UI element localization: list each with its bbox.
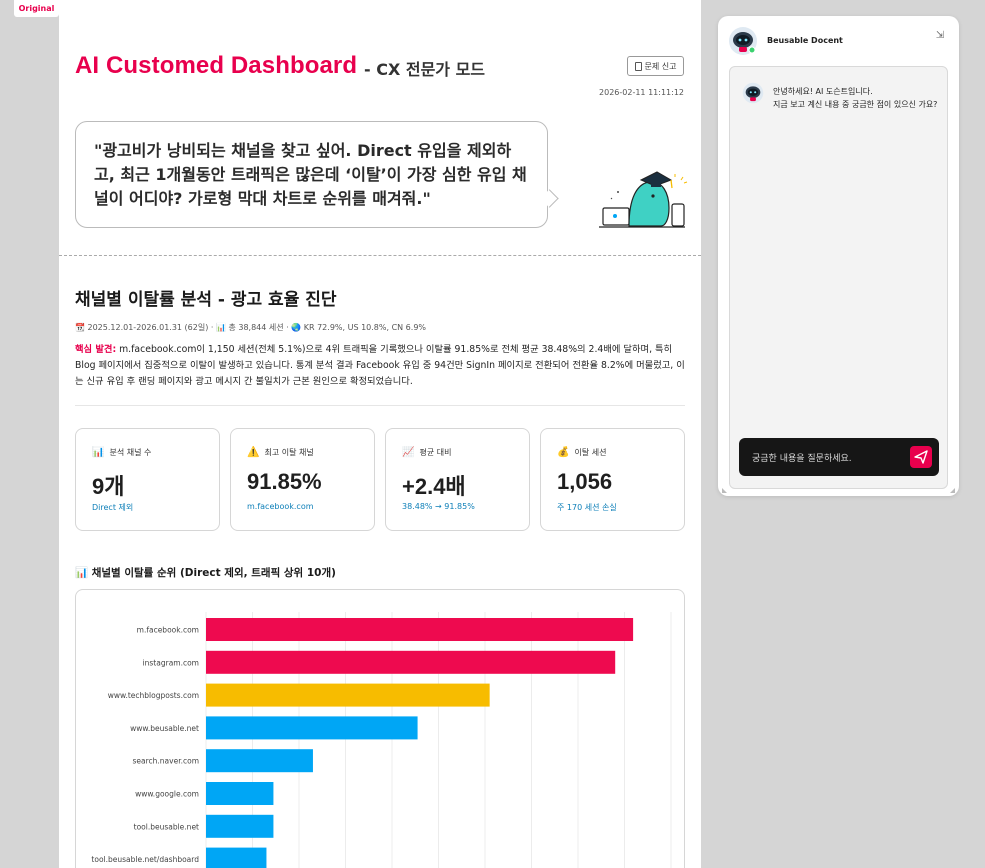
bot-message-line: 지금 보고 계신 내용 중 궁금한 점이 있으신 가요? bbox=[773, 100, 938, 109]
dashboard-panel: AI Customed Dashboard - CX 전문가 모드 문제 신고 … bbox=[59, 0, 701, 868]
money-bag-icon: 💰 bbox=[557, 447, 570, 458]
analysis-meta: 📆 2025.12.01-2026.01.31 (62일) · 📊 총 38,8… bbox=[75, 323, 427, 332]
bar[interactable] bbox=[206, 782, 274, 805]
bar[interactable] bbox=[206, 650, 616, 674]
resize-handle-left[interactable] bbox=[722, 488, 727, 493]
y-tick-label: tool.beusable.net/dashboard bbox=[91, 855, 199, 864]
kpi-sub: 38.48% → 91.85% bbox=[402, 502, 475, 511]
kpi-label-row: ⚠️ 최고 이탈 채널 bbox=[247, 447, 314, 458]
kpi-value: 91.85% bbox=[247, 469, 322, 494]
resize-handle-right[interactable] bbox=[950, 488, 955, 493]
chart-container: m.facebook.com instagram.com www.techblogp… bbox=[75, 589, 685, 868]
report-issue-button[interactable]: 문제 신고 bbox=[627, 56, 684, 76]
kpi-label: 분석 채널 수 bbox=[109, 448, 152, 457]
chat-area[interactable]: 안녕하세요! AI 도슨트입니다. 지금 보고 계신 내용 중 궁금한 점이 있… bbox=[729, 66, 948, 489]
y-tick-label: tool.beusable.net bbox=[134, 822, 199, 831]
document-icon bbox=[634, 61, 642, 71]
bot-avatar-icon bbox=[742, 82, 764, 104]
page-subtitle: - CX 전문가 모드 bbox=[364, 60, 486, 79]
bar[interactable] bbox=[206, 814, 274, 838]
mascot-illustration bbox=[599, 171, 688, 228]
original-tab[interactable]: Original bbox=[14, 0, 59, 17]
analysis-title: 채널별 이탈률 분석 - 광고 효율 진단 bbox=[75, 290, 337, 310]
divider bbox=[75, 405, 685, 406]
y-tick-label: www.techblogposts.com bbox=[108, 691, 199, 700]
prompt-bubble: "광고비가 낭비되는 채널을 찾고 싶어. Direct 유입을 제외하고, 최… bbox=[75, 121, 548, 228]
kpi-label-row: 💰 이탈 세션 bbox=[557, 447, 606, 458]
bot-message-line: 안녕하세요! AI 도슨트입니다. bbox=[773, 87, 873, 96]
key-finding: 핵심 발견: m.facebook.com이 1,150 세션(전체 5.1%)… bbox=[75, 342, 685, 390]
kpi-value: 1,056 bbox=[557, 469, 613, 494]
timestamp: 2026-02-11 11:11:12 bbox=[599, 88, 684, 97]
bar[interactable] bbox=[206, 683, 490, 707]
send-icon bbox=[914, 450, 928, 464]
y-tick-label: m.facebook.com bbox=[137, 626, 199, 635]
kpi-label-row: 📈 평균 대비 bbox=[402, 447, 451, 458]
bar[interactable] bbox=[206, 716, 418, 740]
y-tick-label: instagram.com bbox=[143, 658, 199, 667]
trend-up-icon: 📈 bbox=[402, 447, 415, 458]
page-title: AI Customed Dashboard bbox=[75, 52, 358, 79]
kpi-sub: Direct 제외 bbox=[92, 503, 134, 512]
bar[interactable] bbox=[206, 618, 634, 641]
key-finding-text: m.facebook.com이 1,150 세션(전체 5.1%)으로 4위 트… bbox=[75, 344, 685, 387]
send-button[interactable] bbox=[910, 446, 932, 468]
minimize-icon[interactable]: ⇲ bbox=[932, 28, 948, 44]
report-issue-label: 문제 신고 bbox=[644, 61, 677, 71]
key-finding-label: 핵심 발견: bbox=[75, 344, 117, 355]
bar[interactable] bbox=[206, 749, 313, 773]
kpi-sub: 주 170 세션 손실 bbox=[557, 503, 617, 512]
warning-icon: ⚠️ bbox=[247, 447, 260, 458]
docent-panel: Beusable Docent ⇲ 안녕하세요! AI 도슨트입니다. 지금 보… bbox=[718, 16, 959, 496]
bar-chart-icon: 📊 bbox=[92, 447, 105, 458]
bar-chart: m.facebook.com instagram.com www.techblogp… bbox=[91, 612, 672, 868]
kpi-label: 평균 대비 bbox=[419, 448, 452, 457]
y-tick-label: www.beusable.net bbox=[130, 724, 199, 733]
bar[interactable] bbox=[206, 847, 267, 868]
kpi-card-channels: 📊 분석 채널 수 9개 Direct 제외 bbox=[75, 428, 220, 531]
section-divider bbox=[59, 255, 701, 256]
chat-input-placeholder: 궁금한 내용을 질문하세요. bbox=[752, 454, 852, 464]
kpi-card-top-bounce: ⚠️ 최고 이탈 채널 91.85% m.facebook.com bbox=[230, 428, 375, 531]
chart-heading: 📊 채널별 이탈률 순위 (Direct 제외, 트래픽 상위 10개) bbox=[75, 567, 336, 579]
kpi-label: 이탈 세션 bbox=[574, 448, 607, 457]
kpi-label: 최고 이탈 채널 bbox=[264, 448, 314, 457]
y-tick-label: search.naver.com bbox=[133, 757, 200, 766]
kpi-value: 9개 bbox=[92, 474, 125, 499]
kpi-card-vs-average: 📈 평균 대비 +2.4배 38.48% → 91.85% bbox=[385, 428, 530, 531]
y-tick-label: www.google.com bbox=[135, 790, 199, 799]
docent-avatar bbox=[729, 27, 757, 55]
kpi-label-row: 📊 분석 채널 수 bbox=[92, 447, 151, 458]
bot-message: 안녕하세요! AI 도슨트입니다. 지금 보고 계신 내용 중 궁금한 점이 있… bbox=[773, 85, 943, 111]
kpi-card-bounce-sessions: 💰 이탈 세션 1,056 주 170 세션 손실 bbox=[540, 428, 685, 531]
chat-input[interactable]: 궁금한 내용을 질문하세요. bbox=[739, 438, 939, 476]
kpi-sub: m.facebook.com bbox=[247, 502, 314, 511]
docent-name: Beusable Docent bbox=[767, 36, 843, 45]
prompt-text: "광고비가 낭비되는 채널을 찾고 싶어. Direct 유입을 제외하고, 최… bbox=[94, 141, 527, 208]
kpi-value: +2.4배 bbox=[402, 474, 466, 499]
